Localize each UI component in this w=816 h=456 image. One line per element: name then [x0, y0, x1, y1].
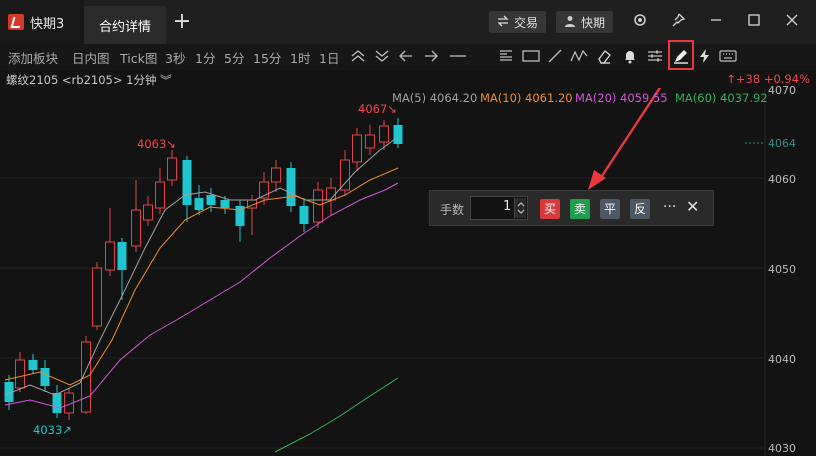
buy-button[interactable]: 买: [540, 199, 560, 219]
low-price-tag: 4033↗: [33, 423, 72, 437]
candle-up: [271, 167, 281, 183]
text-icon[interactable]: [497, 48, 515, 66]
axis-4064-current: 4064: [768, 137, 796, 150]
candle-down: [182, 160, 192, 205]
ma60-line: [274, 377, 399, 453]
candle-up: [143, 204, 153, 221]
arrow-left-icon[interactable]: [397, 48, 415, 66]
candle-down: [299, 206, 309, 224]
ma5-line: [4, 136, 399, 396]
account-label: 快期: [581, 15, 606, 30]
period-1m[interactable]: 1分: [195, 48, 215, 67]
pin-icon[interactable]: [668, 12, 688, 32]
close-icon[interactable]: [782, 12, 802, 32]
candle-down: [52, 393, 62, 413]
add-plate-button[interactable]: 添加板块: [8, 48, 58, 67]
candle-up: [365, 134, 375, 149]
candle-down: [40, 368, 50, 386]
candle-up: [131, 209, 141, 247]
pen-tool-highlight: [668, 40, 694, 70]
rectangle-icon[interactable]: [522, 48, 540, 66]
close-position-button[interactable]: 平: [600, 199, 620, 219]
candle-up: [92, 267, 102, 327]
new-tab-button[interactable]: +: [170, 10, 194, 34]
segment-icon[interactable]: [546, 48, 564, 66]
tick-chart-button[interactable]: Tick图: [120, 48, 157, 67]
contract-selector[interactable]: 螺纹2105 <rb2105> 1分钟 ︾: [6, 72, 172, 88]
candle-up: [352, 134, 362, 163]
candle-up: [167, 157, 177, 181]
trade-label: 交易: [514, 15, 539, 30]
bell-icon[interactable]: [621, 48, 639, 66]
minimize-icon[interactable]: [706, 12, 726, 32]
app-tab[interactable]: 快期3: [0, 0, 84, 44]
period-5m[interactable]: 5分: [224, 48, 244, 67]
more-options-button[interactable]: ···: [663, 199, 676, 215]
period-1d[interactable]: 1日: [319, 48, 339, 67]
zoom-in-icon[interactable]: [349, 48, 367, 66]
contract-info-row: 螺纹2105 <rb2105> 1分钟 ︾ ↑+38 +0.94%: [0, 70, 816, 88]
trade-button[interactable]: 交易: [489, 11, 547, 33]
quantity-stepper[interactable]: [514, 198, 526, 218]
reverse-button[interactable]: 反: [630, 199, 650, 219]
tab-contract-details[interactable]: 合约详情: [84, 6, 166, 44]
candlestick-chart[interactable]: [0, 88, 816, 456]
polyline-icon[interactable]: [570, 48, 588, 66]
candle-down: [117, 242, 127, 270]
zoom-out-icon[interactable]: [373, 48, 391, 66]
candle-down: [28, 360, 38, 370]
candle-up: [340, 159, 350, 191]
axis-4070: 4070: [768, 84, 796, 97]
eraser-icon[interactable]: [595, 48, 613, 66]
arrow-right-icon[interactable]: [422, 48, 440, 66]
ma20-line: [4, 182, 399, 409]
axis-4030: 4030: [768, 442, 796, 455]
app-name: 快期3: [30, 16, 65, 32]
maximize-icon[interactable]: [744, 12, 764, 32]
high-price-tag: 4067↘: [358, 102, 397, 116]
axis-4060: 4060: [768, 173, 796, 186]
account-button[interactable]: 快期: [556, 11, 614, 33]
lightning-icon[interactable]: [696, 48, 714, 66]
user-icon: [564, 15, 576, 30]
keyboard-icon[interactable]: [719, 48, 737, 66]
candle-down: [286, 168, 296, 206]
candle-up: [15, 359, 25, 389]
quantity-label: 手数: [440, 203, 465, 217]
candle-up: [155, 181, 165, 209]
sell-button[interactable]: 卖: [570, 199, 590, 219]
intraday-chart-button[interactable]: 日内图: [72, 48, 110, 67]
candle-down: [220, 200, 230, 208]
axis-4050: 4050: [768, 263, 796, 276]
quantity-value: 1: [503, 199, 512, 214]
settings-sliders-icon[interactable]: [646, 48, 664, 66]
candle-down: [393, 125, 403, 144]
title-bar: 快期3 合约详情 + 交易 快期: [0, 0, 816, 44]
axis-4040: 4040: [768, 353, 796, 366]
local-high-tag: 4063↘: [137, 137, 176, 151]
settings-gear-icon[interactable]: [630, 12, 650, 32]
ma60-legend: MA(60) 4037.92: [675, 91, 768, 105]
ma5-legend: MA(5) 4064.20: [392, 91, 478, 105]
candle-up: [313, 189, 323, 223]
close-order-panel-button[interactable]: ✕: [686, 197, 699, 216]
candle-down: [206, 195, 216, 205]
ma10-legend: MA(10) 4061.20: [480, 91, 573, 105]
app-logo-icon: [8, 14, 24, 30]
period-3s[interactable]: 3秒: [165, 48, 185, 67]
candle-down: [194, 198, 204, 210]
line-icon[interactable]: [449, 48, 467, 66]
ma20-legend: MA(20) 4059.55: [575, 91, 668, 105]
candle-up: [105, 241, 115, 271]
trade-icon: [497, 15, 509, 30]
period-1h[interactable]: 1时: [290, 48, 310, 67]
candle-up: [379, 125, 389, 143]
period-15m[interactable]: 15分: [253, 48, 281, 67]
